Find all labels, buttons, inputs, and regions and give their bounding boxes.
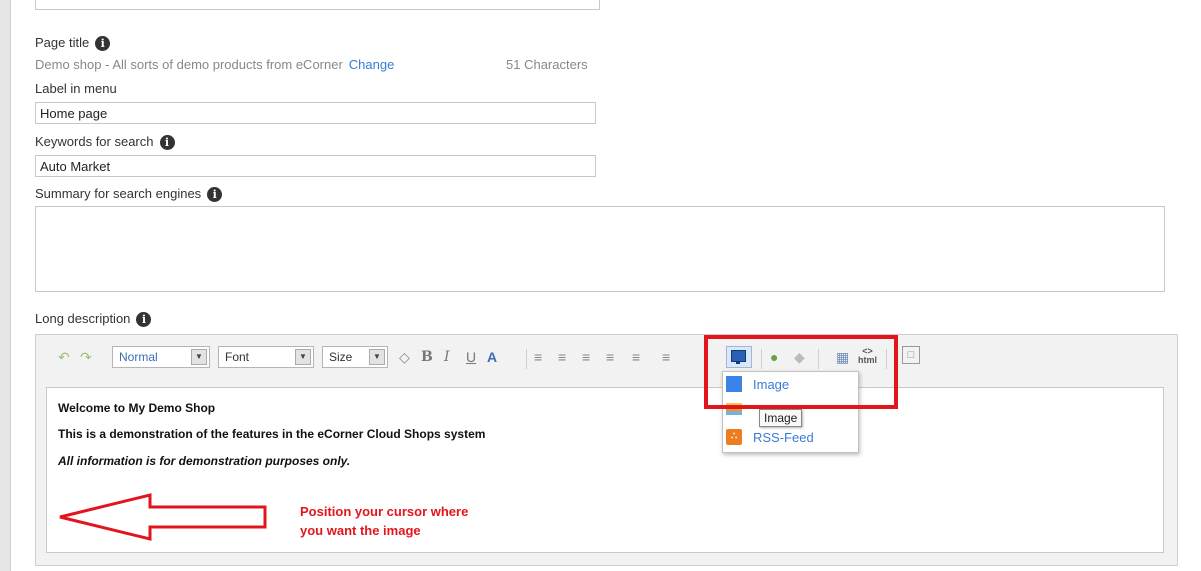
page-title-value: Demo shop - All sorts of demo products f… xyxy=(35,57,394,72)
bullet-list-icon[interactable]: ≡ xyxy=(558,349,566,365)
chevron-down-icon: ▼ xyxy=(295,349,311,365)
underline-button[interactable]: U xyxy=(466,349,476,365)
highlight-box xyxy=(704,335,898,409)
line-spacing-icon[interactable]: ≡ xyxy=(662,349,670,365)
font-select-value: Font xyxy=(225,350,250,364)
left-rail xyxy=(0,0,11,571)
menu-item-rss-feed-label: RSS-Feed xyxy=(753,430,814,445)
content-heading: Welcome to My Demo Shop xyxy=(58,401,216,415)
summary-label-text: Summary for search engines xyxy=(35,186,202,201)
align-icon[interactable]: ≡ xyxy=(632,349,640,365)
long-description-label: Long description i xyxy=(35,311,152,328)
indent-icon[interactable]: ≡ xyxy=(606,349,614,365)
numbered-list-icon[interactable]: ≡ xyxy=(534,349,542,365)
annotation-line: Position your cursor where xyxy=(300,504,469,519)
keywords-label-text: Keywords for search xyxy=(35,134,154,149)
toolbar-divider xyxy=(526,349,527,369)
eraser-icon[interactable]: ◇ xyxy=(399,349,410,366)
summary-textarea[interactable] xyxy=(35,206,1165,292)
menu-item-rss-feed[interactable]: ∴ RSS-Feed xyxy=(723,427,858,449)
undo-icon[interactable]: ↶ xyxy=(58,349,70,366)
chevron-down-icon: ▼ xyxy=(191,349,207,365)
italic-button[interactable]: I xyxy=(444,349,450,365)
format-select-value: Normal xyxy=(119,350,158,364)
redo-icon[interactable]: ↷ xyxy=(80,349,92,366)
editor-toolbar: ↶ ↷ Normal ▼ Font ▼ Size ▼ ◇ B I U A ≡ ≡… xyxy=(46,343,1166,373)
long-description-label-text: Long description xyxy=(35,311,131,326)
page-title-label: Page title i xyxy=(35,35,111,52)
chevron-down-icon: ▼ xyxy=(369,349,385,365)
label-in-menu-input[interactable]: Home page xyxy=(35,102,596,124)
outdent-icon[interactable]: ≡ xyxy=(582,349,590,365)
content-line: This is a demonstration of the features … xyxy=(58,427,486,441)
change-link[interactable]: Change xyxy=(349,57,395,72)
info-icon[interactable]: i xyxy=(207,187,223,203)
format-select[interactable]: Normal ▼ xyxy=(112,346,210,368)
size-select[interactable]: Size ▼ xyxy=(322,346,388,368)
size-select-value: Size xyxy=(329,350,353,364)
content-line: All information is for demonstration pur… xyxy=(58,454,351,468)
label-in-menu-label: Label in menu xyxy=(35,81,117,96)
page-title-text: Demo shop - All sorts of demo products f… xyxy=(35,57,343,72)
text-color-icon[interactable]: A xyxy=(487,349,497,365)
info-icon[interactable]: i xyxy=(159,135,175,151)
character-count: 51 Characters xyxy=(506,57,588,72)
rss-icon: ∴ xyxy=(726,429,742,445)
annotation-line: you want the image xyxy=(300,523,421,538)
arrow-annotation xyxy=(59,493,267,541)
info-icon[interactable]: i xyxy=(95,36,111,52)
font-select[interactable]: Font ▼ xyxy=(218,346,314,368)
summary-label: Summary for search engines i xyxy=(35,186,223,203)
maximize-icon[interactable]: □ xyxy=(902,346,920,364)
keywords-label: Keywords for search i xyxy=(35,134,175,151)
tooltip: Image xyxy=(759,409,803,427)
keywords-input[interactable]: Auto Market xyxy=(35,155,596,177)
annotation-text: Position your cursor where you want the … xyxy=(300,502,468,540)
bold-button[interactable]: B xyxy=(421,349,433,365)
page-title-label-text: Page title xyxy=(35,35,90,50)
info-icon[interactable]: i xyxy=(136,312,152,328)
previous-field-input[interactable] xyxy=(35,0,600,10)
left-arrow-icon xyxy=(59,493,267,541)
